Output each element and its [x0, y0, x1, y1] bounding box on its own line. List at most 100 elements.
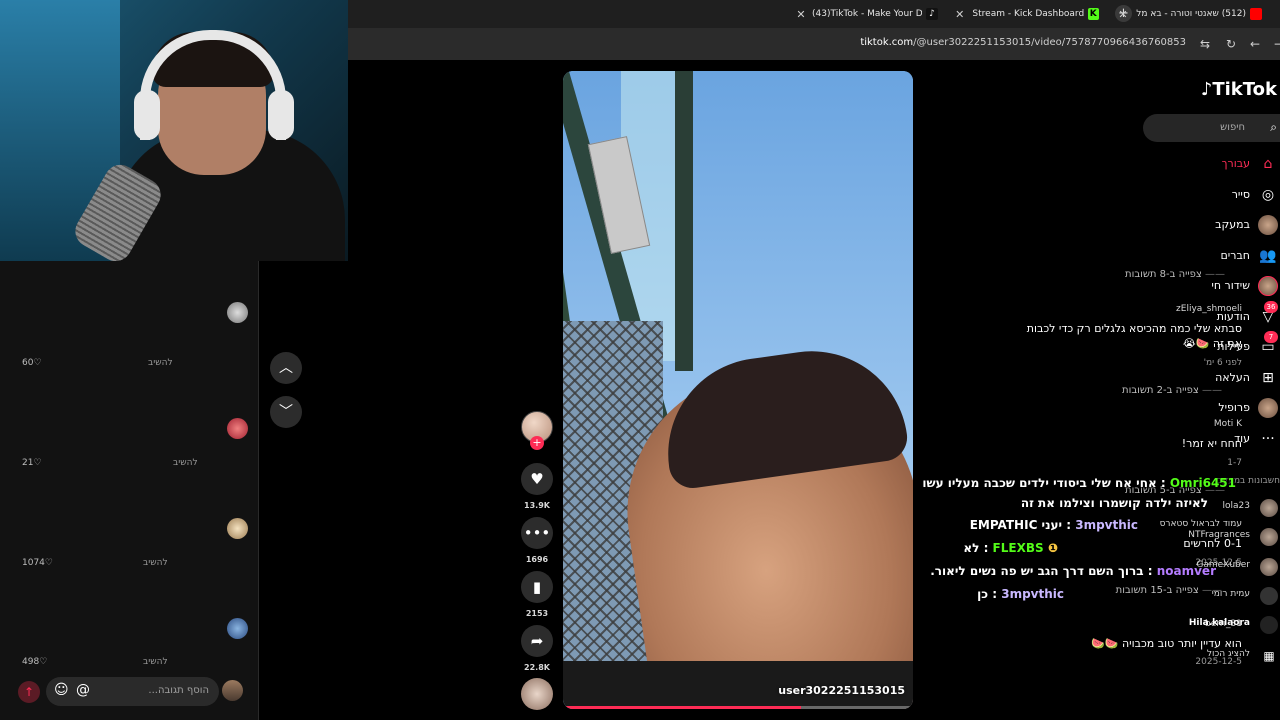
heart-outline-icon: ♡ [44, 558, 53, 568]
heart-outline-icon: ♡ [33, 458, 42, 468]
comment-avatar[interactable] [227, 518, 248, 539]
chat-message: noamver : ברוך השם דרך הגב יש פה נשים לי… [930, 564, 1216, 578]
emoji-icon[interactable]: ☺ [54, 682, 69, 698]
site-settings-icon[interactable]: ⇆ [1200, 37, 1210, 51]
forward-icon[interactable]: → [1274, 37, 1280, 51]
following-name: lola23 [1222, 501, 1250, 511]
nav-item-friends[interactable]: חברים 👥 [1140, 244, 1280, 268]
comment-input[interactable]: ☺ @ הוסף תגובה... [46, 677, 219, 706]
messages-badge: 36 [1264, 301, 1278, 313]
video-author[interactable]: user3022251153015 [778, 684, 905, 697]
following-avatar-icon [1258, 215, 1278, 235]
tiktok-logo[interactable]: ♪TikTok [1201, 79, 1277, 100]
nav-label: סייר [1231, 188, 1250, 201]
nav-item-messages[interactable]: הודעות ▽ 36 [1140, 301, 1280, 329]
comment-count: 1696 [525, 555, 549, 564]
mention-icon[interactable]: @ [76, 682, 90, 698]
comment-avatar[interactable] [227, 618, 248, 639]
chat-message: Omri6451 : אחי אח שלי ביסודי ילדים שכבה … [922, 476, 1236, 490]
previous-video-button[interactable]: ︿ [270, 352, 302, 384]
chevron-down-icon: ▦ [1263, 649, 1275, 663]
comment-likes[interactable]: 1074♡ [22, 558, 53, 568]
tab-title: (43)TikTok - Make Your Day [812, 9, 922, 19]
comment-time: 1-7 [1227, 458, 1242, 468]
following-avatar [1260, 499, 1278, 517]
close-tab-icon[interactable]: ✕ [953, 8, 966, 21]
nav-item-for-you[interactable]: עבורך ⌂ [1140, 152, 1280, 176]
comment-likes[interactable]: 498♡ [22, 657, 47, 667]
compass-icon: ◎ [1261, 187, 1275, 203]
comment-likes[interactable]: 21♡ [22, 458, 42, 468]
following-account[interactable]: Hila.kalaora [1180, 614, 1280, 636]
close-tab-icon[interactable]: ✕ [1116, 8, 1130, 21]
nav-item-live[interactable]: שידור חי [1140, 274, 1280, 298]
music-disc-icon[interactable] [521, 678, 553, 710]
search-input[interactable]: חיפוש ⌕ [1143, 114, 1280, 142]
tiktok-note-icon: ♪ [1200, 79, 1213, 100]
heart-icon: ♥ [530, 470, 544, 488]
reply-button[interactable]: להשיב [173, 458, 198, 468]
share-button[interactable]: ➦ [521, 625, 553, 657]
tab-youtube[interactable]: ✕ (512) שאנטי וטורה - בא מלמטה [1116, 3, 1280, 25]
profile-avatar-icon [1258, 398, 1278, 418]
show-all-button[interactable]: להציג הכול ▦ [1180, 645, 1280, 667]
next-video-button[interactable]: ﹀ [270, 396, 302, 428]
following-account[interactable]: עמית רומי [1180, 585, 1280, 607]
reply-button[interactable]: להשיב [148, 358, 173, 368]
comment-avatar[interactable] [227, 302, 248, 323]
nav-item-profile[interactable]: פרופיל [1140, 396, 1280, 420]
show-all-label: להציג הכול [1206, 649, 1250, 659]
following-account[interactable]: NTFragrances [1180, 526, 1280, 548]
like-count: 1074 [22, 558, 45, 568]
nav-item-activity[interactable]: פעילות ▭ 7 [1140, 331, 1280, 359]
save-button[interactable]: ▮ [521, 571, 553, 603]
close-tab-icon[interactable]: ✕ [794, 8, 808, 21]
my-avatar [222, 680, 243, 701]
comment-likes[interactable]: 60♡ [22, 358, 42, 368]
chat-text: ברוך השם דרך הגב יש פה נשים ליאור. [930, 564, 1144, 578]
chat-username: Omri6451 [1169, 476, 1236, 490]
reply-button[interactable]: להשיב [143, 558, 168, 568]
tiktok-favicon-icon: ♪ [926, 8, 938, 20]
follow-plus-icon[interactable]: + [530, 436, 544, 450]
nav-item-explore[interactable]: סייר ◎ [1140, 183, 1280, 207]
nav-label: פרופיל [1218, 401, 1250, 414]
chat-text: כן [977, 587, 989, 601]
tab-tiktok[interactable]: ✕ (43)TikTok - Make Your Day ♪ [794, 3, 942, 25]
video-progress-fill [563, 706, 801, 709]
panel-divider [258, 261, 259, 720]
tab-kick[interactable]: ✕ Stream - Kick Dashboard K [953, 3, 1103, 25]
send-comment-button[interactable]: ↑ [18, 681, 40, 703]
screen: + ✕ (43)TikTok - Make Your Day ♪ ✕ Strea… [0, 0, 1280, 720]
search-icon[interactable]: ⌕ [1270, 120, 1277, 135]
live-avatar-icon [1258, 276, 1278, 296]
nav-item-upload[interactable]: העלאה ⊞ [1140, 366, 1280, 390]
chat-text: אחי אח שלי ביסודי ילדים שכבה מעליו עשו [922, 476, 1157, 490]
reload-icon[interactable]: ↻ [1226, 37, 1236, 51]
video-progress-bar[interactable] [563, 706, 913, 709]
back-icon[interactable]: ← [1250, 37, 1260, 51]
youtube-favicon-icon [1250, 8, 1262, 20]
reply-button[interactable]: להשיב [143, 657, 168, 667]
like-button[interactable]: ♥ [521, 463, 553, 495]
comment-bubble-icon: ••• [523, 524, 551, 542]
following-name: Hila.kalaora [1188, 618, 1250, 628]
search-placeholder: חיפוש [1220, 122, 1245, 133]
following-avatar [1260, 616, 1278, 634]
comment-button[interactable]: ••• [521, 517, 553, 549]
nav-item-following[interactable]: במעקב [1140, 213, 1280, 237]
chat-username: noamver [1156, 564, 1216, 578]
comment-avatar[interactable] [227, 418, 248, 439]
nav-label: חברים [1220, 249, 1250, 262]
chat-text: לאיזה ילדה קושמרו וצילמו את זה [1020, 496, 1208, 510]
browser-tab-bar: + ✕ (43)TikTok - Make Your Day ♪ ✕ Strea… [348, 0, 1280, 28]
badge-icon: ❶ [1047, 541, 1058, 555]
url-field[interactable]: tiktok.com/@user3022251153015/video/7578… [860, 37, 1186, 48]
chevron-up-icon: ︿ [279, 360, 293, 376]
nav-label: פעילות [1217, 340, 1250, 353]
video-player[interactable]: user3022251153015 [563, 71, 913, 709]
nav-label: עוד [1234, 432, 1250, 445]
nav-item-more[interactable]: עוד ··· [1140, 427, 1280, 451]
following-avatar [1260, 587, 1278, 605]
nav-label: הודעות [1216, 310, 1250, 323]
